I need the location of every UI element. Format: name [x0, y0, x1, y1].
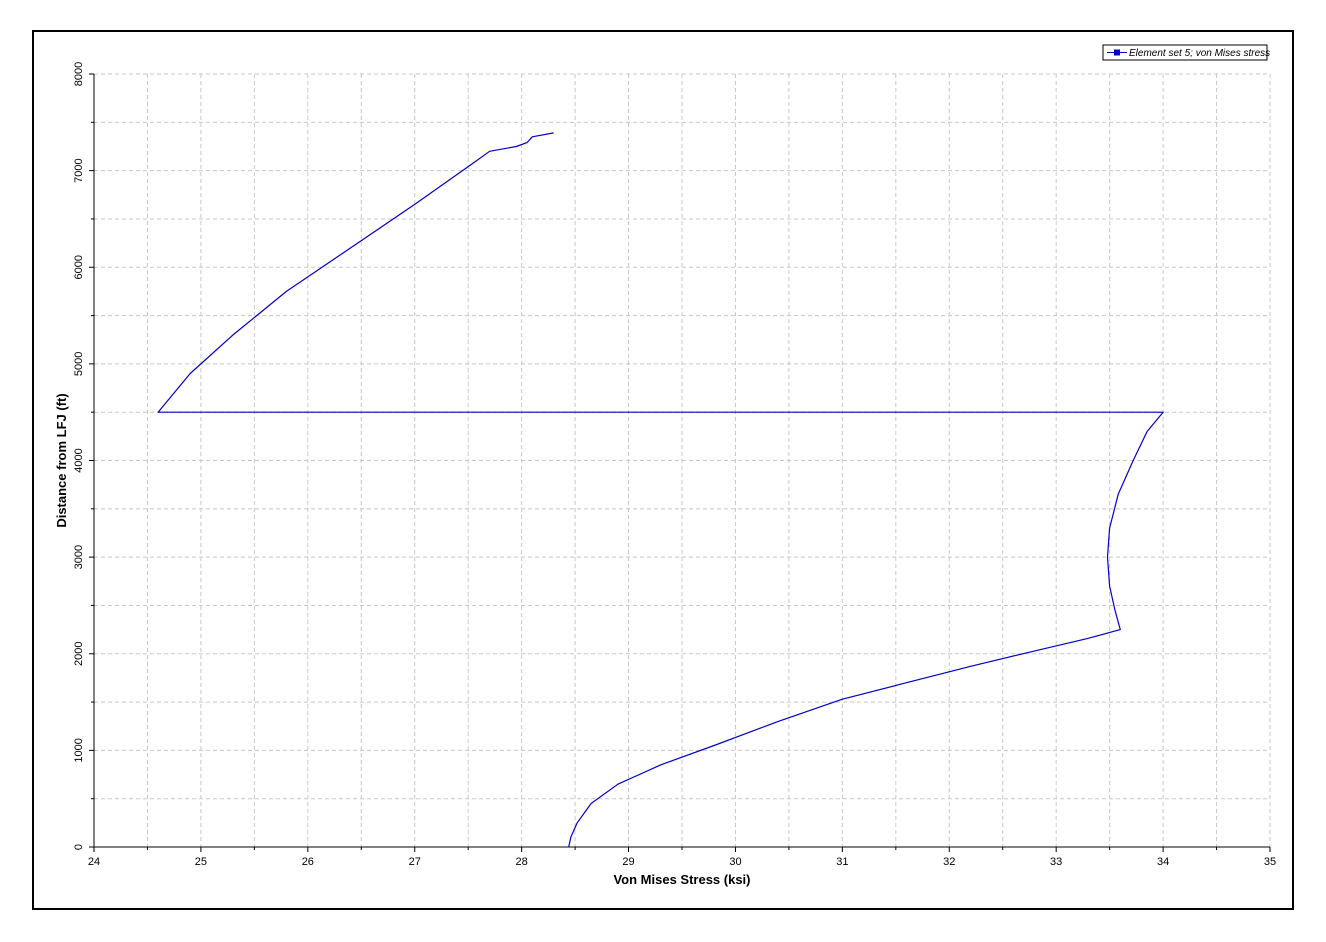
y-tick-label: 7000 — [73, 158, 85, 182]
x-tick-label: 35 — [1264, 856, 1276, 868]
y-axis-title: Distance from LFJ (ft) — [54, 393, 69, 527]
x-tick-label: 29 — [622, 856, 634, 868]
x-tick-label: 27 — [409, 856, 421, 868]
series-line-0 — [157, 132, 1164, 848]
x-tick-label: 30 — [729, 856, 741, 868]
y-tick-label: 1000 — [73, 738, 85, 762]
legend: Element set 5; von Mises stress — [1102, 44, 1270, 61]
y-tick-label: 6000 — [73, 255, 85, 279]
x-tick-label: 32 — [943, 856, 955, 868]
x-tick-label: 25 — [195, 856, 207, 868]
y-tick-label: 8000 — [73, 62, 85, 86]
y-tick-label: 2000 — [73, 642, 85, 666]
x-tick-label: 31 — [836, 856, 848, 868]
chart-svg: 24 25 26 27 28 29 30 31 32 33 34 35 0 1000 2000 3000 400… — [54, 44, 1276, 887]
y-tick-label: 0 — [73, 844, 85, 850]
x-tick-label: 33 — [1050, 856, 1062, 868]
grid — [94, 73, 1271, 847]
x-tick-label: 28 — [516, 856, 528, 868]
y-tick-label: 3000 — [73, 545, 85, 569]
series-layer — [157, 132, 1164, 848]
axes: 24 25 26 27 28 29 30 31 32 33 34 35 0 1000 2000 3000 400… — [73, 62, 1276, 868]
legend-marker — [1114, 49, 1120, 56]
x-tick-label: 24 — [88, 856, 100, 868]
x-tick-label: 26 — [302, 856, 314, 868]
y-tick-label: 5000 — [73, 352, 85, 376]
y-tick-label: 4000 — [73, 448, 85, 472]
x-tick-label: 34 — [1157, 856, 1169, 868]
legend-entry-label: Element set 5; von Mises stress — [1129, 48, 1270, 59]
x-axis-title: Von Mises Stress (ksi) — [613, 872, 750, 887]
